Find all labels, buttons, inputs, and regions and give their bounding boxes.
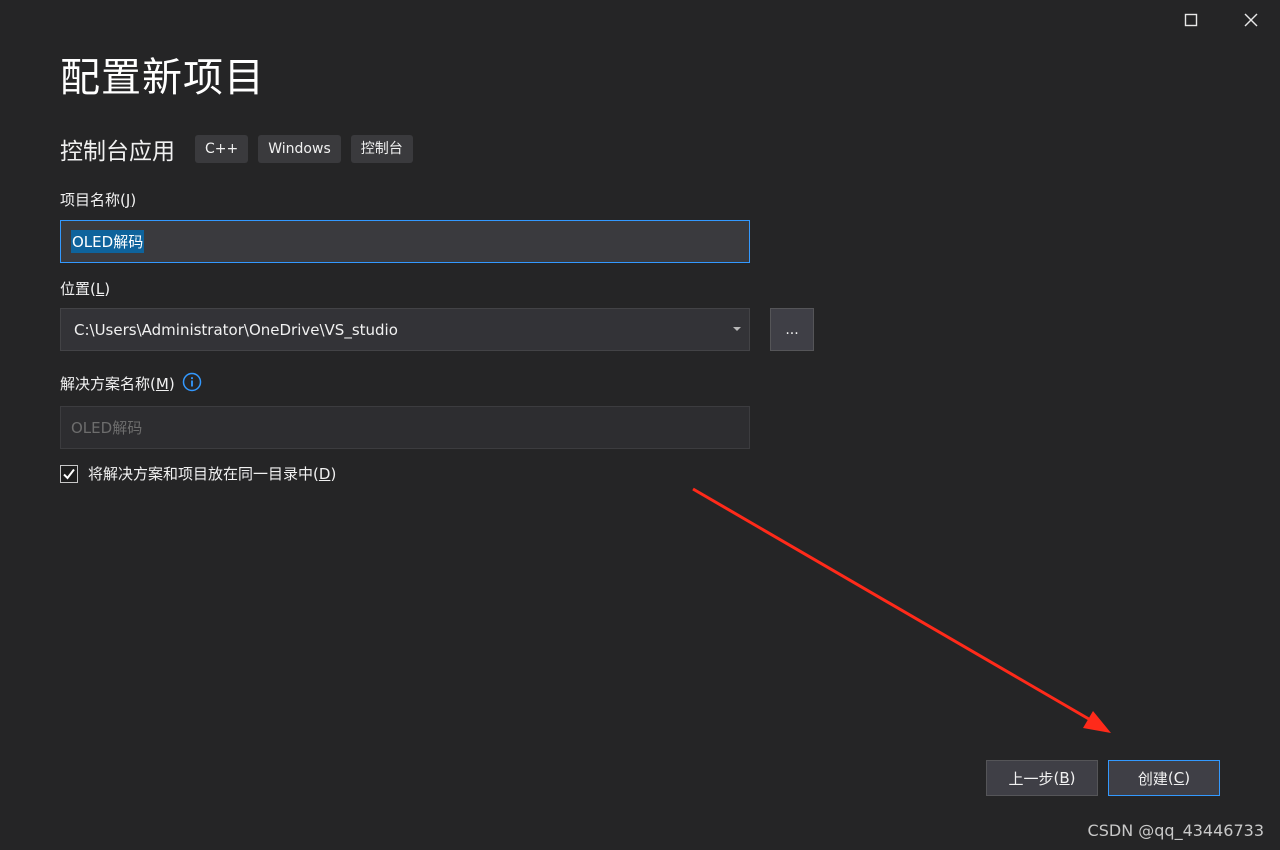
location-label: 位置(L) — [60, 280, 111, 298]
create-button-label: 创建 — [1137, 769, 1168, 788]
same-directory-mnemonic: D — [318, 465, 331, 483]
solution-name-placeholder: OLED解码 — [71, 419, 143, 437]
checkmark-icon — [63, 468, 75, 480]
chevron-down-icon[interactable] — [733, 327, 741, 331]
location-label-text: 位置 — [60, 280, 91, 298]
same-directory-label-text: 将解决方案和项目放在同一目录中 — [88, 465, 314, 483]
project-name-mnemonic: J — [125, 191, 131, 209]
solution-name-input: OLED解码 — [60, 406, 750, 449]
maximize-button[interactable] — [1179, 8, 1203, 32]
location-value: C:\Users\Administrator\OneDrive\VS_studi… — [74, 320, 398, 339]
create-button[interactable]: 创建(C) — [1108, 760, 1220, 796]
tag-project-type: 控制台 — [350, 135, 413, 163]
browse-button-label: ... — [785, 322, 799, 338]
tag-platform: Windows — [258, 135, 341, 163]
solution-name-label-text: 解决方案名称 — [60, 375, 151, 393]
project-name-value: OLED解码 — [71, 230, 145, 253]
location-combobox[interactable]: C:\Users\Administrator\OneDrive\VS_studi… — [60, 308, 750, 351]
back-button[interactable]: 上一步(B) — [986, 760, 1098, 796]
solution-name-mnemonic: M — [155, 375, 169, 393]
browse-button[interactable]: ... — [770, 308, 814, 351]
location-mnemonic: L — [95, 280, 105, 298]
project-name-input[interactable]: OLED解码 — [60, 220, 750, 263]
info-icon[interactable] — [182, 372, 202, 392]
watermark: CSDN @qq_43446733 — [1087, 821, 1264, 840]
same-directory-checkbox[interactable] — [60, 464, 78, 483]
back-button-label: 上一步 — [1008, 769, 1054, 788]
tag-language: C++ — [195, 135, 249, 163]
solution-name-label: 解决方案名称(M) — [60, 375, 175, 393]
project-name-label: 项目名称(J) — [60, 191, 137, 209]
configure-project-dialog: 配置新项目 控制台应用 C++ Windows 控制台 项目名称(J) OLED… — [0, 0, 1280, 850]
close-button[interactable] — [1239, 8, 1263, 32]
back-button-mnemonic: B — [1059, 769, 1070, 787]
template-name: 控制台应用 — [60, 139, 175, 165]
project-name-label-text: 项目名称 — [60, 191, 121, 209]
maximize-icon — [1184, 13, 1198, 27]
same-directory-label[interactable]: 将解决方案和项目放在同一目录中(D) — [88, 463, 336, 484]
close-icon — [1244, 13, 1258, 27]
same-directory-option[interactable]: 将解决方案和项目放在同一目录中(D) — [60, 463, 336, 484]
create-button-mnemonic: C — [1173, 769, 1185, 787]
page-title: 配置新项目 — [60, 55, 265, 101]
template-info: 控制台应用 C++ Windows 控制台 — [60, 134, 423, 165]
